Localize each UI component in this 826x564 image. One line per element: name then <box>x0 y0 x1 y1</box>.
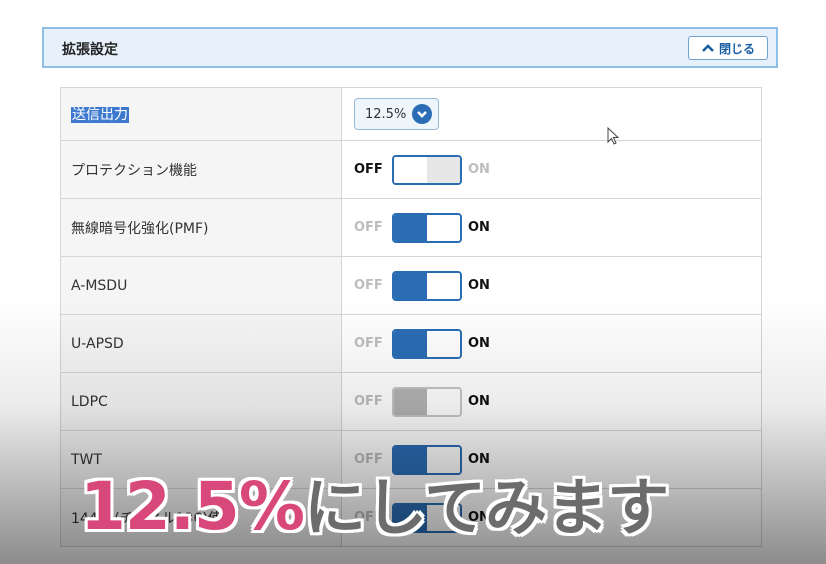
protection-toggle[interactable] <box>392 154 462 185</box>
table-row: 無線暗号化強化(PMF) OFF ON <box>60 198 762 257</box>
toggle-on-label: ON <box>468 452 490 467</box>
close-button[interactable]: 閉じる <box>688 36 768 60</box>
amsdu-toggle[interactable] <box>392 270 462 301</box>
uapsd-toggle[interactable] <box>392 328 462 359</box>
row-label: LDPC <box>71 393 108 410</box>
row-label: U-APSD <box>71 335 124 352</box>
table-row: U-APSD OFF ON <box>60 314 762 373</box>
row-label: A-MSDU <box>71 277 128 294</box>
pmf-toggle[interactable] <box>392 212 462 243</box>
row-label: プロテクション機能 <box>71 162 197 179</box>
table-row: A-MSDU OFF ON <box>60 256 762 315</box>
row-label: 送信出力 <box>71 107 129 123</box>
table-row: LDPC OFF ON <box>60 372 762 431</box>
extended-settings-header: 拡張設定 閉じる <box>42 27 778 68</box>
caption-text: にしてみます <box>303 471 669 544</box>
toggle-off-label: OFF <box>354 394 383 409</box>
toggle-off-label: OFF <box>354 452 383 467</box>
panel-title: 拡張設定 <box>62 42 118 58</box>
twt-toggle[interactable] <box>392 444 462 475</box>
caption-percent: 12.5% <box>80 468 305 545</box>
toggle-off-label: OFF <box>354 336 383 351</box>
ldpc-toggle[interactable] <box>392 386 462 417</box>
tx-power-select[interactable]: 12.5% <box>354 98 440 130</box>
row-label: 無線暗号化強化(PMF) <box>71 220 209 237</box>
video-caption: 12.5%にしてみます <box>80 474 669 540</box>
toggle-off-label: OFF <box>354 278 383 293</box>
table-row: 送信出力 12.5% <box>60 87 762 141</box>
row-label: TWT <box>71 451 102 468</box>
toggle-off-label: OFF <box>354 220 383 235</box>
tx-power-value: 12.5% <box>365 106 407 122</box>
table-row: プロテクション機能 OFF ON <box>60 140 762 199</box>
mouse-cursor-icon <box>607 127 620 145</box>
toggle-on-label: ON <box>468 220 490 235</box>
toggle-on-label: ON <box>468 278 490 293</box>
chevron-down-icon <box>412 104 433 124</box>
toggle-off-label: OFF <box>354 162 383 177</box>
close-button-label: 閉じる <box>718 41 755 56</box>
toggle-on-label: ON <box>468 394 490 409</box>
chevron-up-icon <box>702 44 714 52</box>
toggle-on-label: ON <box>468 162 490 177</box>
toggle-on-label: ON <box>468 336 490 351</box>
